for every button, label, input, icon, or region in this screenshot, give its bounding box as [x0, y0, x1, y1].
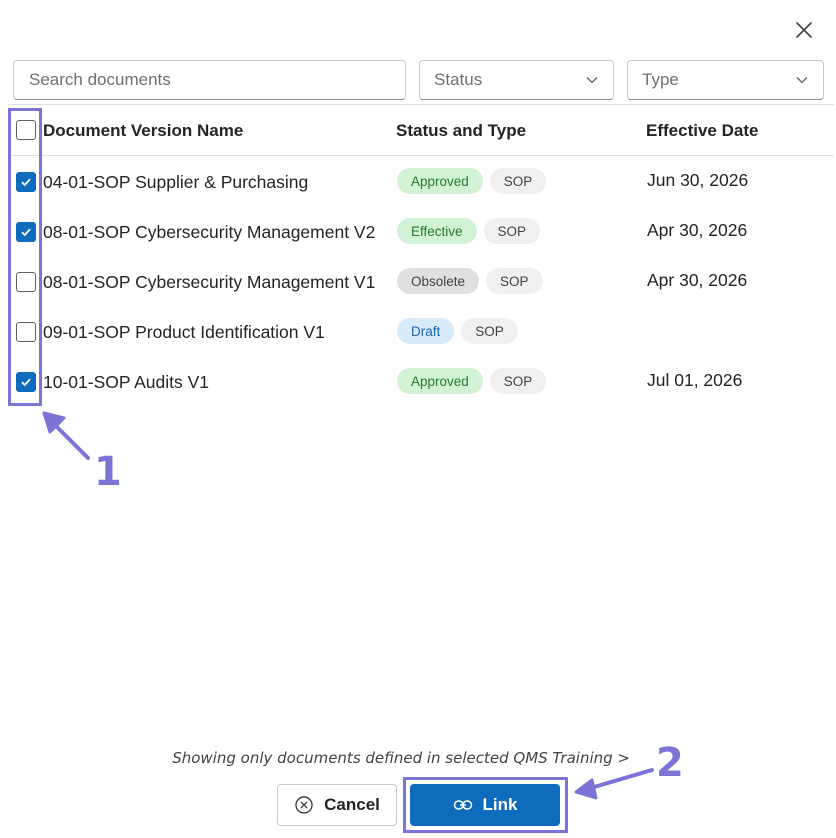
chevron-down-icon	[796, 77, 808, 84]
type-dropdown[interactable]: Type	[627, 60, 824, 100]
table-header: Document Version Name Status and Type Ef…	[8, 104, 834, 156]
type-badge: SOP	[489, 168, 547, 194]
effective-date: Apr 30, 2026	[647, 270, 748, 290]
document-name: 04-01-SOP Supplier & Purchasing Manageme…	[43, 172, 309, 199]
cancel-button[interactable]: Cancel	[277, 784, 397, 826]
type-badge: SOP	[489, 368, 547, 394]
document-name: 08-01-SOP Cybersecurity Management V1	[43, 272, 376, 292]
column-header-status-type: Status and Type	[396, 121, 527, 140]
cancel-button-label: Cancel	[324, 795, 380, 814]
status-type-badges: Obsolete SOP	[397, 268, 543, 294]
close-button[interactable]	[792, 18, 816, 42]
annotation-number-1: 1	[94, 449, 122, 495]
table-row[interactable]: 10-01-SOP Audits V1 Approved SOP Jul 01,…	[8, 357, 834, 407]
table-row[interactable]: 08-01-SOP Cybersecurity Management V1 Ob…	[8, 257, 834, 307]
status-dropdown-label: Status	[434, 70, 483, 89]
annotation-arrow-1	[42, 411, 90, 460]
status-type-badges: Approved SOP	[397, 168, 547, 194]
status-type-badges: Approved SOP	[397, 368, 547, 394]
status-badge: Draft	[397, 318, 455, 344]
effective-date: Jun 30, 2026	[647, 170, 749, 190]
document-name: 09-01-SOP Product Identification V1	[43, 322, 325, 342]
close-icon	[796, 22, 812, 38]
table-row[interactable]: 04-01-SOP Supplier & Purchasing Manageme…	[8, 157, 834, 207]
cancel-circle-icon	[295, 796, 313, 814]
effective-date: Apr 30, 2026	[647, 220, 748, 240]
column-header-name: Document Version Name	[43, 121, 244, 140]
status-dropdown[interactable]: Status	[419, 60, 614, 100]
checkbox-column-highlight	[8, 108, 42, 406]
status-badge: Approved	[397, 168, 483, 194]
type-badge: SOP	[483, 218, 541, 244]
type-dropdown-label: Type	[642, 70, 679, 89]
status-badge: Effective	[397, 218, 477, 244]
qms-training-filter-note[interactable]: Showing only documents defined in select…	[172, 749, 630, 767]
status-type-badges: Draft SOP	[397, 318, 518, 344]
table-row[interactable]: 09-01-SOP Product Identification V1 Draf…	[8, 307, 834, 357]
status-badge: Obsolete	[397, 268, 480, 294]
status-type-badges: Effective SOP	[397, 218, 541, 244]
link-button-highlight	[403, 777, 568, 833]
type-badge: SOP	[486, 268, 543, 294]
annotation-number-2: 2	[656, 740, 684, 786]
document-name: 10-01-SOP Audits V1	[43, 372, 210, 392]
chevron-down-icon	[586, 77, 598, 84]
effective-date: Jul 01, 2026	[647, 370, 743, 390]
document-name: 08-01-SOP Cybersecurity Management V2	[43, 222, 376, 242]
status-badge: Approved	[397, 368, 483, 394]
type-badge: SOP	[461, 318, 518, 344]
column-header-effective-date: Effective Date	[646, 121, 759, 140]
search-input[interactable]	[13, 60, 406, 100]
table-row[interactable]: 08-01-SOP Cybersecurity Management V2 Ef…	[8, 207, 834, 257]
annotation-arrow-2	[574, 768, 654, 800]
filter-bar: Status Type	[13, 60, 824, 100]
